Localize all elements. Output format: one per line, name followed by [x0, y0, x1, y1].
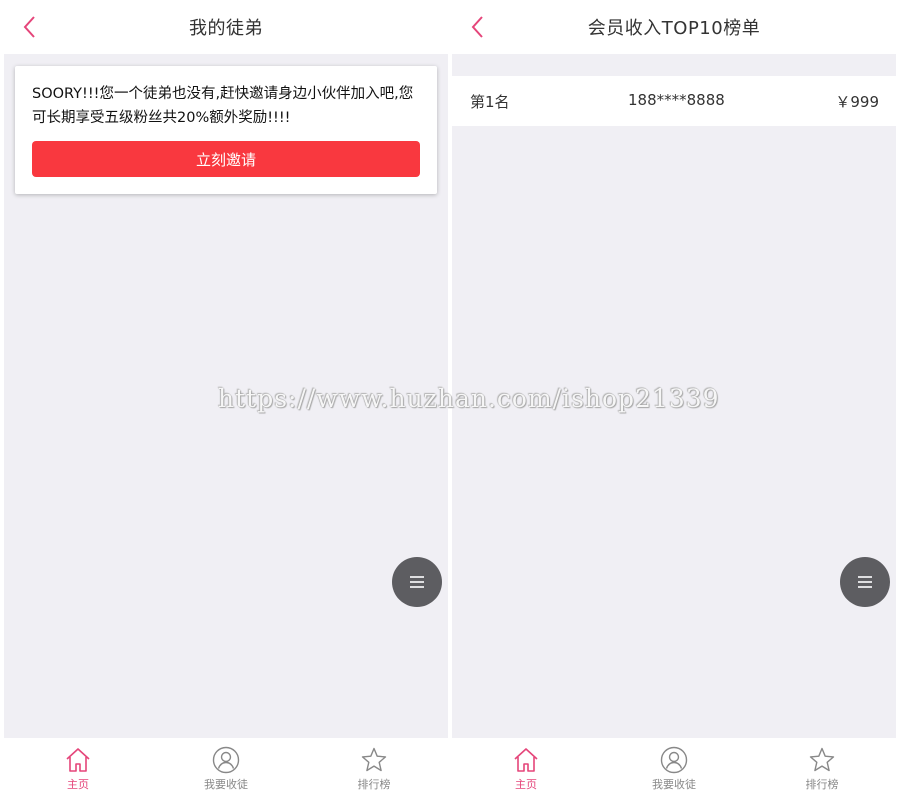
- user-icon: [212, 746, 240, 774]
- list-spacer: [452, 54, 896, 76]
- tab-label: 主页: [67, 778, 89, 791]
- table-row[interactable]: 第1名 188****8888 ￥999: [452, 76, 896, 126]
- member-phone: 188****8888: [628, 91, 725, 109]
- rank-label: 第1名: [470, 93, 510, 111]
- tab-ranking[interactable]: 排行榜: [300, 738, 448, 797]
- home-icon: [512, 746, 540, 774]
- my-apprentices-screen: 我的徒弟 SOORY!!!您一个徒弟也没有,赶快邀请身边小伙伴加入吧,您可长期享…: [4, 0, 448, 797]
- tab-label: 我要收徒: [204, 778, 248, 791]
- user-icon: [660, 746, 688, 774]
- star-icon: [808, 746, 836, 774]
- page-title: 会员收入TOP10榜单: [587, 18, 761, 39]
- chevron-left-icon: [23, 16, 35, 38]
- home-icon: [64, 746, 92, 774]
- back-button[interactable]: [466, 15, 490, 39]
- empty-message: SOORY!!!您一个徒弟也没有,赶快邀请身边小伙伴加入吧,您可长期享受五级粉丝…: [32, 86, 414, 126]
- header: 我的徒弟: [4, 0, 448, 54]
- tab-ranking[interactable]: 排行榜: [748, 738, 896, 797]
- tab-recruit[interactable]: 我要收徒: [600, 738, 748, 797]
- star-icon: [360, 746, 388, 774]
- tab-label: 主页: [515, 778, 537, 791]
- tab-label: 我要收徒: [652, 778, 696, 791]
- menu-icon: [858, 576, 872, 588]
- top10-ranking-screen: 会员收入TOP10榜单 第1名 188****8888 ￥999 主页 我要收徒: [452, 0, 896, 797]
- menu-icon: [410, 576, 424, 588]
- empty-apprentices-card: SOORY!!!您一个徒弟也没有,赶快邀请身边小伙伴加入吧,您可长期享受五级粉丝…: [15, 66, 437, 194]
- back-button[interactable]: [18, 15, 42, 39]
- bottom-tab-bar: 主页 我要收徒 排行榜: [452, 738, 896, 797]
- menu-fab[interactable]: [392, 557, 442, 607]
- bottom-tab-bar: 主页 我要收徒 排行榜: [4, 738, 448, 797]
- tab-label: 排行榜: [805, 778, 839, 791]
- header: 会员收入TOP10榜单: [452, 0, 896, 54]
- invite-now-button[interactable]: 立刻邀请: [32, 141, 420, 177]
- chevron-left-icon: [471, 16, 483, 38]
- menu-fab[interactable]: [840, 557, 890, 607]
- tab-label: 排行榜: [357, 778, 391, 791]
- tab-home[interactable]: 主页: [4, 738, 152, 797]
- tab-recruit[interactable]: 我要收徒: [152, 738, 300, 797]
- income-amount: ￥999: [835, 93, 879, 111]
- tab-home[interactable]: 主页: [452, 738, 600, 797]
- page-title: 我的徒弟: [189, 18, 263, 39]
